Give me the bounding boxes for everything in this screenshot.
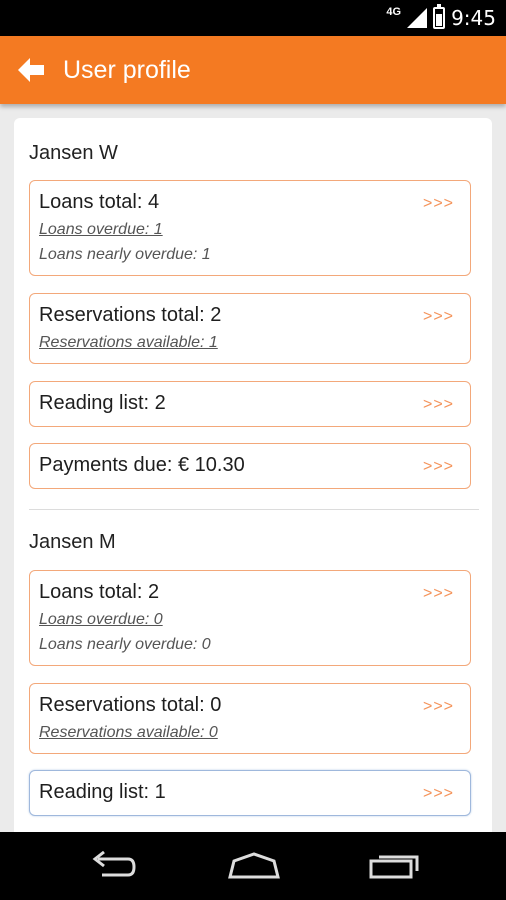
nav-home-icon [228, 852, 280, 879]
reservations-total: Reservations total: 0 [39, 694, 222, 716]
reservations-card[interactable]: Reservations total: 2 Reservations avail… [29, 293, 471, 364]
divider [29, 509, 479, 510]
app-bar: User profile [0, 36, 506, 104]
nav-back-icon [92, 851, 136, 877]
loans-overdue-link[interactable]: Loans overdue: 0 [39, 611, 163, 629]
clock: 9:45 [451, 6, 496, 30]
reservations-total: Reservations total: 2 [39, 304, 222, 326]
chevrons-right-icon: >>> [422, 585, 454, 602]
nav-recents-icon [369, 855, 419, 879]
nav-back-button[interactable] [83, 846, 143, 886]
reservations-available-link[interactable]: Reservations available: 0 [39, 724, 218, 742]
signal-icon [407, 8, 428, 28]
chevrons-right-icon: >>> [422, 308, 454, 325]
user-name: Jansen M [29, 531, 116, 553]
loans-card[interactable]: Loans total: 4 Loans overdue: 1 Loans ne… [29, 180, 471, 276]
reading-list-card[interactable]: Reading list: 2 >>> [29, 381, 471, 427]
loans-card[interactable]: Loans total: 2 Loans overdue: 0 Loans ne… [29, 570, 471, 666]
navigation-bar [0, 832, 506, 900]
chevrons-right-icon: >>> [422, 396, 454, 413]
reading-list-count: Reading list: 2 [39, 392, 166, 414]
reading-list-card[interactable]: Reading list: 1 >>> [29, 770, 471, 816]
page-title: User profile [63, 55, 191, 84]
payments-card[interactable]: Payments due: € 10.30 >>> [29, 443, 471, 489]
status-bar: 4G 9:45 [0, 0, 506, 36]
chevrons-right-icon: >>> [422, 698, 454, 715]
loans-nearly-overdue: Loans nearly overdue: 0 [39, 636, 211, 653]
chevrons-right-icon: >>> [422, 785, 454, 802]
reservations-available-link[interactable]: Reservations available: 1 [39, 334, 218, 352]
payments-due: Payments due: € 10.30 [39, 454, 245, 476]
loans-nearly-overdue: Loans nearly overdue: 1 [39, 246, 211, 263]
chevrons-right-icon: >>> [422, 195, 454, 212]
profile-content: Jansen W Loans total: 4 Loans overdue: 1… [14, 118, 492, 832]
nav-recents-button[interactable] [365, 846, 425, 886]
loans-total: Loans total: 4 [39, 191, 160, 213]
battery-icon [433, 4, 446, 29]
arrow-left-icon[interactable] [16, 55, 46, 85]
nav-home-button[interactable] [224, 846, 284, 886]
chevrons-right-icon: >>> [422, 458, 454, 475]
reservations-card[interactable]: Reservations total: 0 Reservations avail… [29, 683, 471, 754]
network-type: 4G [386, 6, 402, 18]
loans-overdue-link[interactable]: Loans overdue: 1 [39, 221, 163, 239]
reading-list-count: Reading list: 1 [39, 781, 166, 803]
loans-total: Loans total: 2 [39, 581, 160, 603]
user-name: Jansen W [29, 142, 118, 164]
